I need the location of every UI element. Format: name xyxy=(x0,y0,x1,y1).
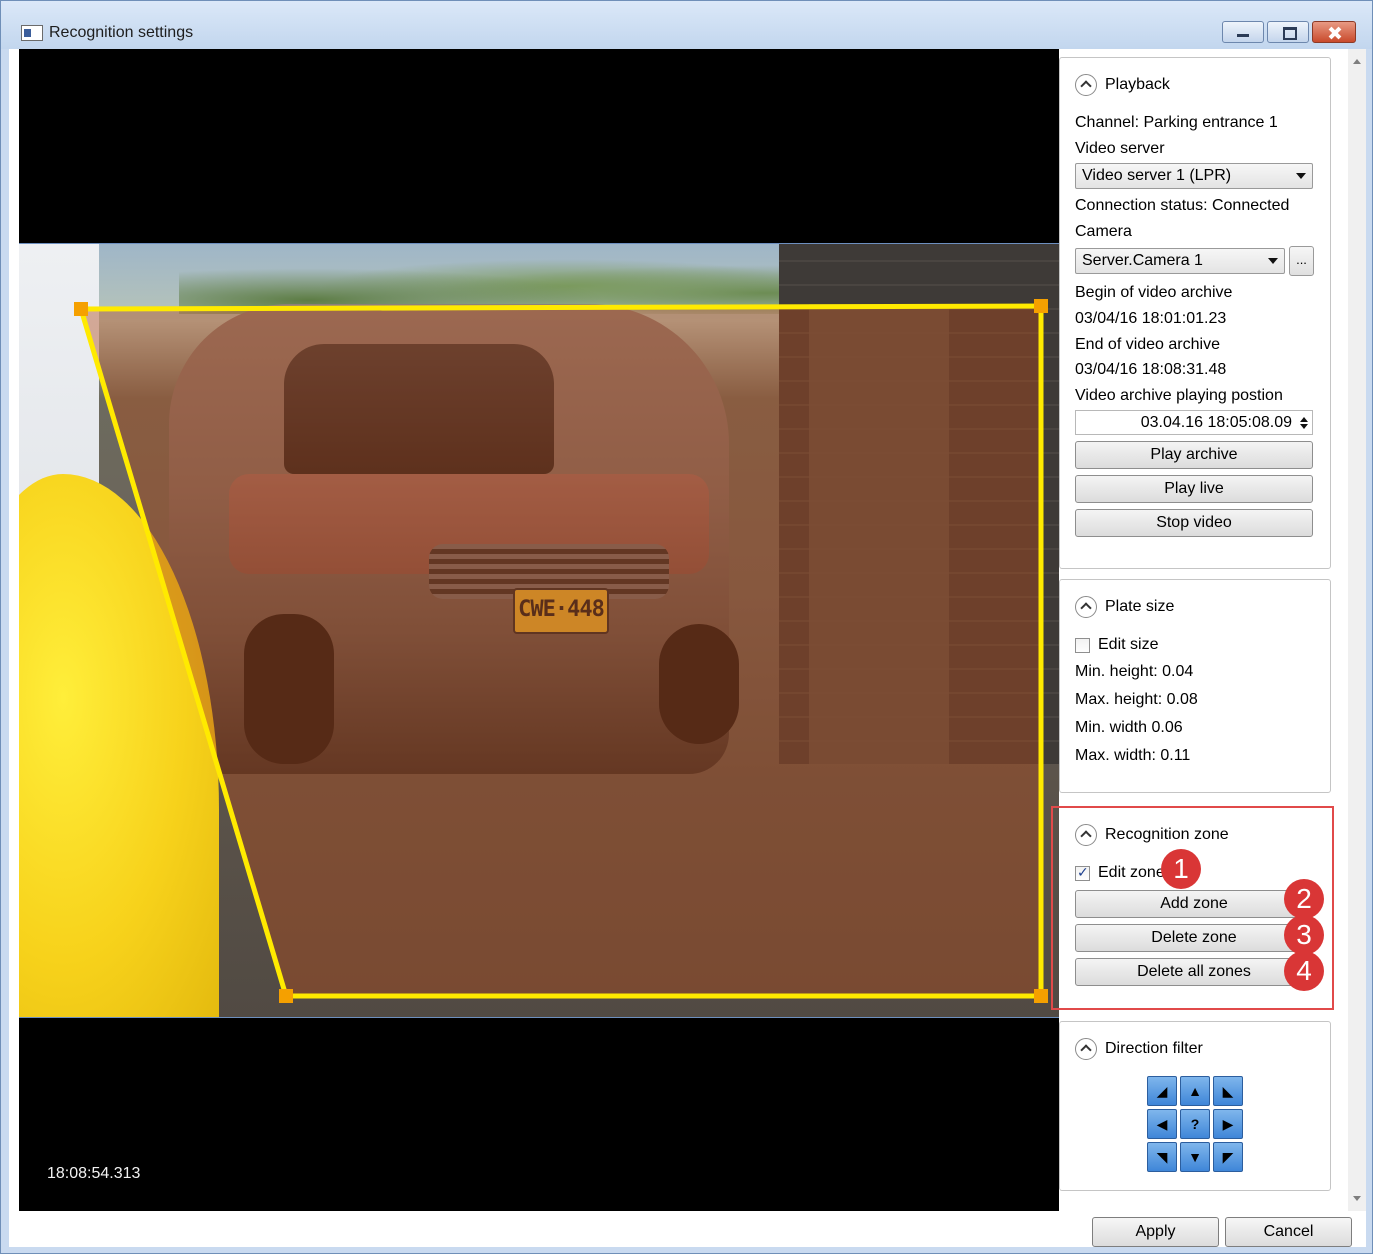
archive-begin-value: 03/04/16 18:01:01.23 xyxy=(1075,309,1227,327)
cancel-button[interactable]: Cancel xyxy=(1225,1217,1352,1247)
zone-handle-top-left[interactable] xyxy=(74,302,88,316)
playing-position-spinner[interactable]: 03.04.16 18:05:08.09 xyxy=(1075,410,1313,436)
playing-position-label: Video archive playing postion xyxy=(1075,386,1283,404)
playback-group: Playback Channel: Parking entrance 1 Vid… xyxy=(1059,57,1331,569)
dropdown-arrow-icon xyxy=(1268,258,1278,265)
maximize-button[interactable] xyxy=(1267,21,1309,43)
stop-video-button[interactable]: Stop video xyxy=(1075,509,1313,538)
spinner-arrows-icon[interactable] xyxy=(1300,416,1308,429)
direction-up-right-icon[interactable]: ◥ xyxy=(1147,1142,1177,1172)
max-height-label: Max. height: 0.08 xyxy=(1075,691,1198,708)
video-timestamp: 18:08:54.313 xyxy=(47,1165,141,1182)
playback-title: Playback xyxy=(1105,76,1170,93)
direction-filter-title: Direction filter xyxy=(1105,1040,1203,1057)
window-controls xyxy=(1222,21,1356,43)
video-preview[interactable]: CWE·448 18:08:54.313 xyxy=(19,49,1059,1211)
edit-size-checkbox[interactable] xyxy=(1075,637,1090,653)
direction-down-left-icon[interactable]: ◣ xyxy=(1213,1076,1243,1106)
camera-value: Server.Camera 1 xyxy=(1082,252,1203,270)
direction-down-icon[interactable]: ▼ xyxy=(1180,1142,1210,1172)
annotation-marker-2: 2 xyxy=(1284,879,1324,919)
video-server-value: Video server 1 (LPR) xyxy=(1082,167,1232,185)
archive-end-value: 03/04/16 18:08:31.48 xyxy=(1075,361,1227,379)
min-height-label: Min. height: 0.04 xyxy=(1075,663,1194,680)
camera-label: Camera xyxy=(1075,222,1132,240)
recognition-zone-overlay[interactable] xyxy=(19,244,1059,1018)
video-server-select[interactable]: Video server 1 (LPR) xyxy=(1075,163,1313,190)
channel-label: Channel: Parking entrance 1 xyxy=(1075,114,1278,131)
max-width-label: Max. width: 0.11 xyxy=(1075,747,1191,764)
zone-handle-top-right[interactable] xyxy=(1034,299,1048,313)
camera-select[interactable]: Server.Camera 1 xyxy=(1075,248,1285,275)
apply-button[interactable]: Apply xyxy=(1092,1217,1219,1247)
zone-handle-bottom-left[interactable] xyxy=(279,989,293,1003)
zone-handle-bottom-right[interactable] xyxy=(1034,989,1048,1003)
direction-grid: ◢ ▲ ◣ ◀ ? ▶ ◥ ▼ ◤ xyxy=(1147,1076,1243,1172)
edit-size-label: Edit size xyxy=(1098,636,1159,653)
direction-up-icon[interactable]: ▲ xyxy=(1180,1076,1210,1106)
video-server-label: Video server xyxy=(1075,139,1165,157)
direction-right-icon[interactable]: ▶ xyxy=(1213,1109,1243,1139)
annotation-marker-3: 3 xyxy=(1284,915,1324,955)
dropdown-arrow-icon xyxy=(1296,173,1306,180)
annotation-marker-4: 4 xyxy=(1284,951,1324,991)
camera-frame[interactable]: CWE·448 xyxy=(19,243,1059,1018)
app-icon xyxy=(21,25,43,41)
annotation-marker-1: 1 xyxy=(1161,849,1201,889)
title-bar[interactable]: Recognition settings xyxy=(1,1,1372,49)
recognition-settings-window: Recognition settings CWE·448 18:08:54.31… xyxy=(0,0,1373,1254)
collapse-icon[interactable] xyxy=(1075,74,1097,96)
window-title: Recognition settings xyxy=(49,24,194,41)
camera-browse-button[interactable]: ... xyxy=(1289,246,1314,277)
collapse-icon[interactable] xyxy=(1075,596,1097,618)
recognition-zone-polygon[interactable] xyxy=(77,303,1044,999)
direction-up-left-icon[interactable]: ◤ xyxy=(1213,1142,1243,1172)
client-area: CWE·448 18:08:54.313 Playback Channel: P… xyxy=(9,49,1366,1247)
play-archive-button[interactable]: Play archive xyxy=(1075,441,1313,470)
direction-filter-group: Direction filter ◢ ▲ ◣ ◀ ? ▶ ◥ ▼ ◤ xyxy=(1059,1021,1331,1191)
direction-any-icon[interactable]: ? xyxy=(1180,1109,1210,1139)
edit-size-checkbox-row[interactable]: Edit size xyxy=(1075,632,1315,658)
min-width-label: Min. width 0.06 xyxy=(1075,719,1183,736)
close-button[interactable] xyxy=(1312,21,1356,43)
plate-size-title: Plate size xyxy=(1105,598,1175,615)
play-live-button[interactable]: Play live xyxy=(1075,475,1313,504)
minimize-button[interactable] xyxy=(1222,21,1264,43)
collapse-icon[interactable] xyxy=(1075,1038,1097,1060)
archive-begin-label: Begin of video archive xyxy=(1075,284,1233,302)
plate-size-group: Plate size Edit size Min. height: 0.04 M… xyxy=(1059,579,1331,793)
panel-scrollbar[interactable] xyxy=(1348,49,1366,1211)
connection-status: Connection status: Connected xyxy=(1075,197,1290,215)
direction-left-icon[interactable]: ◀ xyxy=(1147,1109,1177,1139)
settings-panel: Playback Channel: Parking entrance 1 Vid… xyxy=(1051,49,1366,1211)
scroll-down-icon[interactable] xyxy=(1353,1196,1361,1201)
scroll-up-icon[interactable] xyxy=(1353,59,1361,64)
direction-down-right-icon[interactable]: ◢ xyxy=(1147,1076,1177,1106)
playing-position-value: 03.04.16 18:05:08.09 xyxy=(1140,413,1292,431)
archive-end-label: End of video archive xyxy=(1075,335,1220,353)
